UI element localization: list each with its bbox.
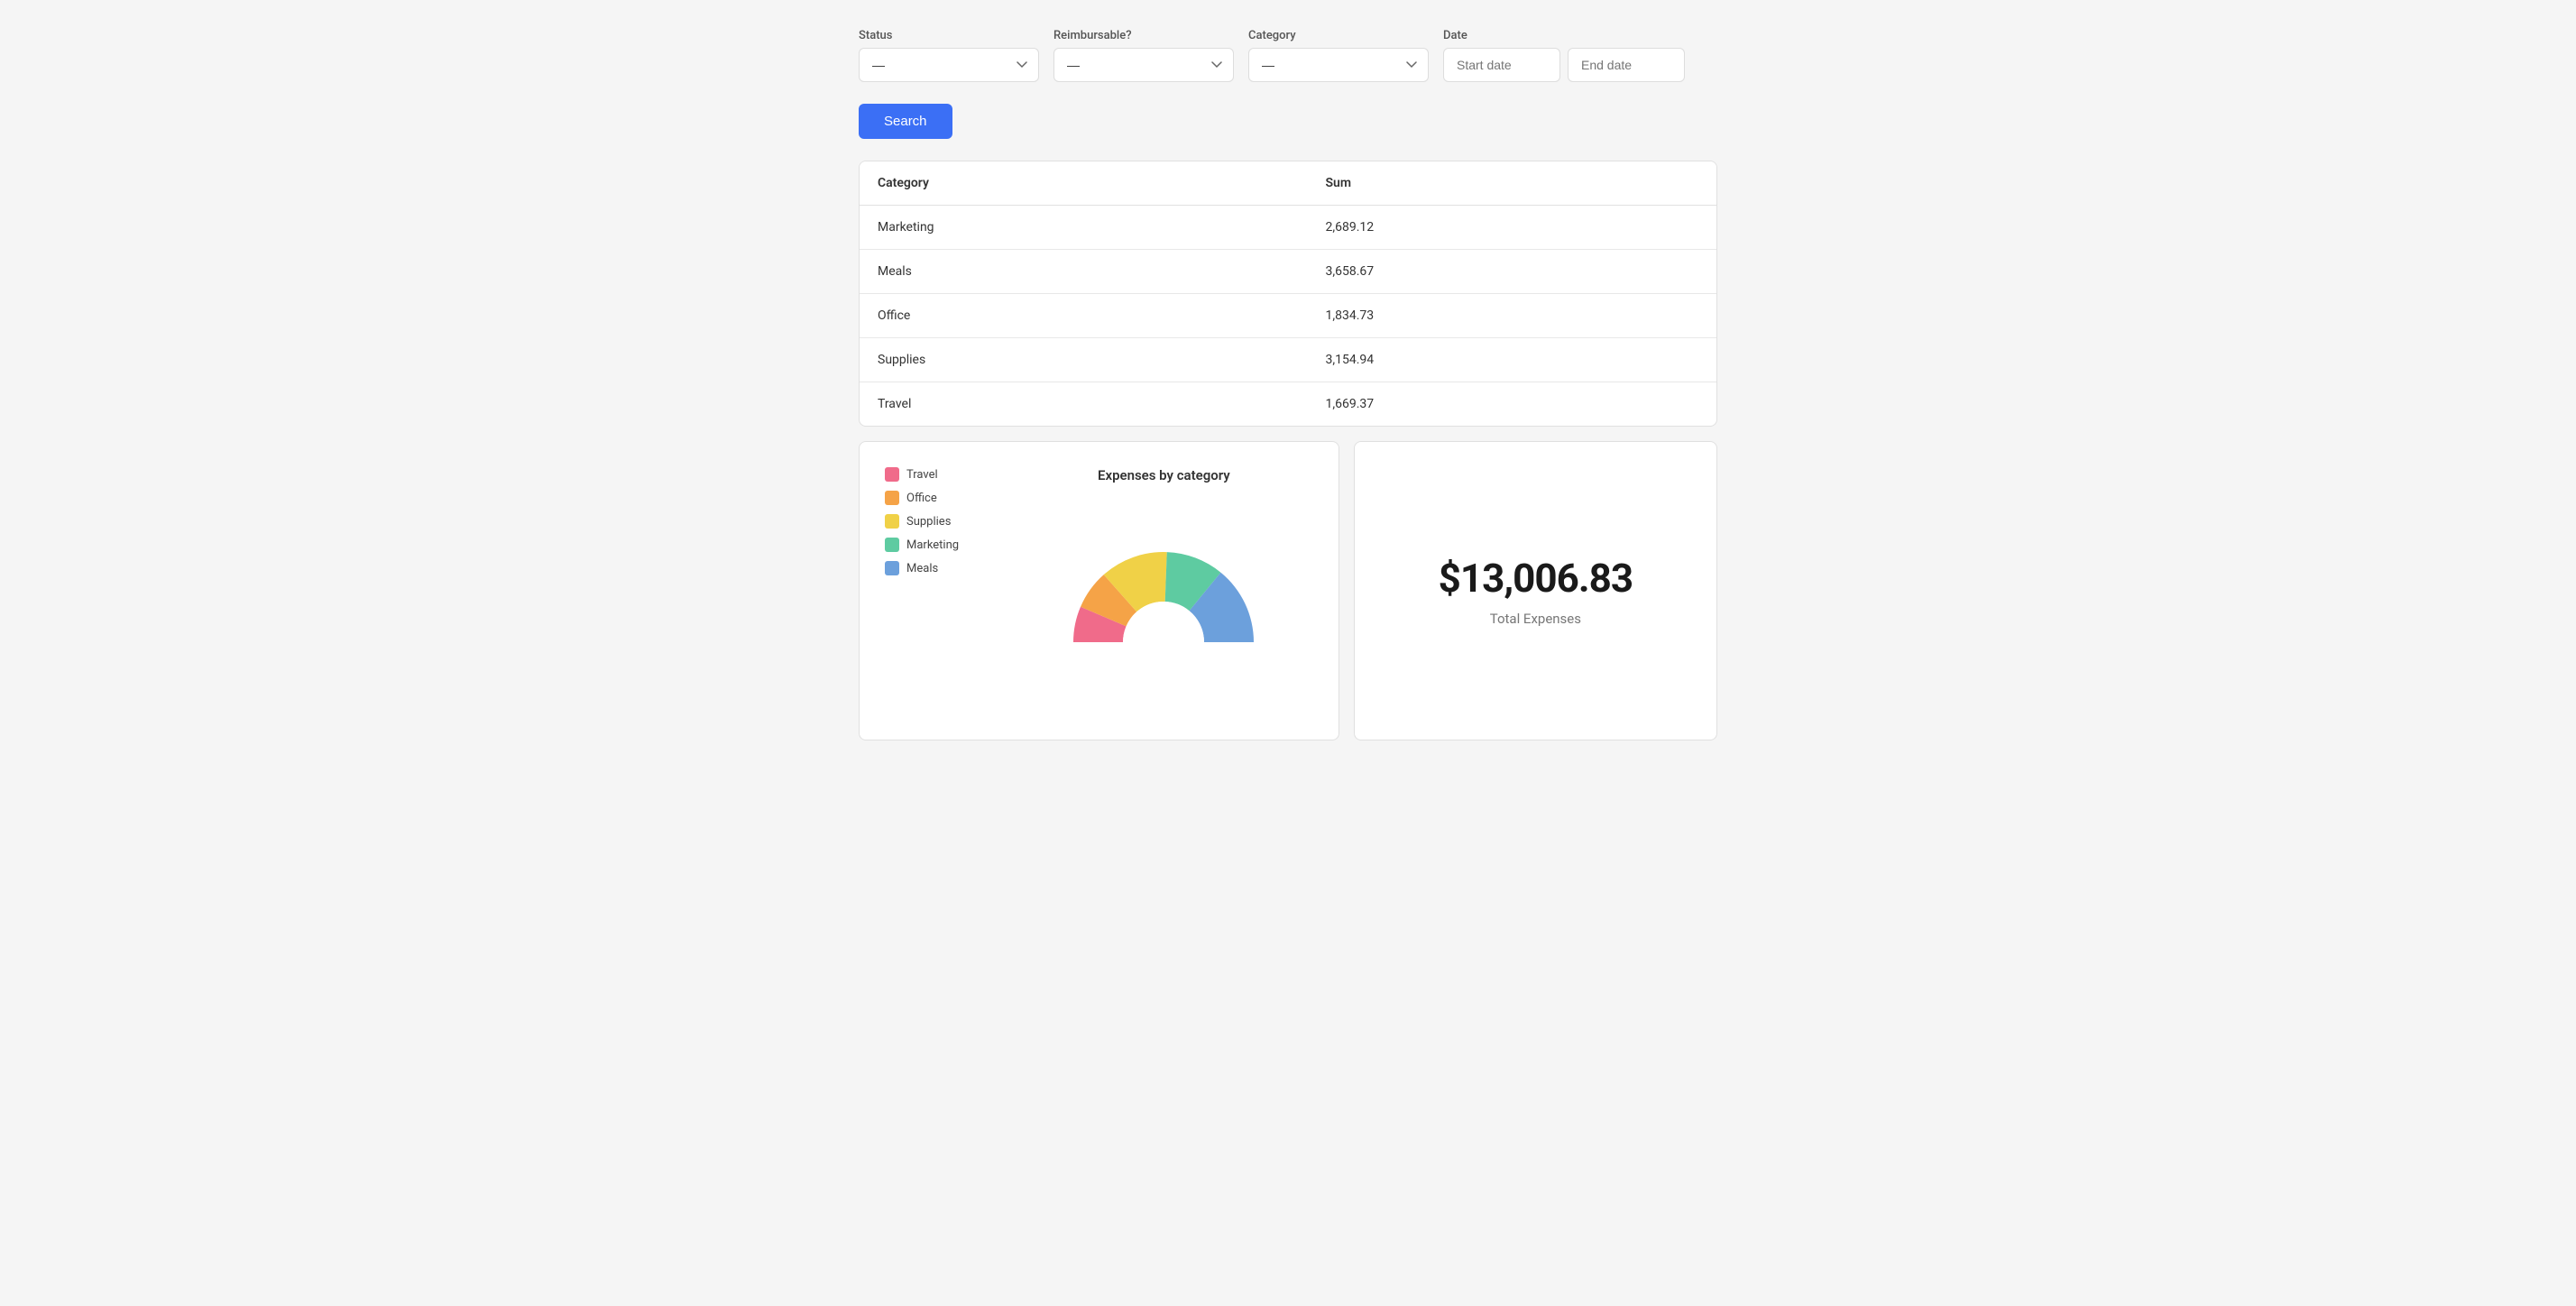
legend-color xyxy=(885,561,899,575)
legend-item: Meals xyxy=(885,561,993,575)
chart-area: Expenses by category xyxy=(1015,467,1313,714)
legend-color xyxy=(885,467,899,482)
table-row: Supplies 3,154.94 xyxy=(860,338,1716,382)
col-header-category: Category xyxy=(860,161,1308,206)
filters-row: Status — Pending Approved Rejected Reimb… xyxy=(859,29,1717,82)
date-filter-group: Date xyxy=(1443,29,1685,82)
end-date-input[interactable] xyxy=(1568,48,1685,82)
legend-label: Supplies xyxy=(906,515,951,529)
table-row: Marketing 2,689.12 xyxy=(860,206,1716,250)
legend-color xyxy=(885,538,899,552)
search-button[interactable]: Search xyxy=(859,104,952,139)
cell-category: Supplies xyxy=(860,338,1308,382)
legend-label: Travel xyxy=(906,468,938,482)
legend-item: Office xyxy=(885,491,993,505)
status-select[interactable]: — Pending Approved Rejected xyxy=(859,48,1039,82)
category-label: Category xyxy=(1248,29,1429,42)
summary-table-container: Category Sum Marketing 2,689.12 Meals 3,… xyxy=(859,161,1717,427)
status-filter-group: Status — Pending Approved Rejected xyxy=(859,29,1039,82)
cell-category: Meals xyxy=(860,250,1308,294)
donut-center xyxy=(1123,602,1204,683)
cell-sum: 2,689.12 xyxy=(1308,206,1716,250)
category-filter-group: Category — Marketing Meals Office Suppli… xyxy=(1248,29,1429,82)
table-row: Office 1,834.73 xyxy=(860,294,1716,338)
date-inputs xyxy=(1443,48,1685,82)
legend-color xyxy=(885,491,899,505)
legend-item: Travel xyxy=(885,467,993,482)
legend-item: Supplies xyxy=(885,514,993,529)
summary-table: Category Sum Marketing 2,689.12 Meals 3,… xyxy=(860,161,1716,426)
chart-legend: Travel Office Supplies Marketing Meals xyxy=(885,467,993,575)
status-label: Status xyxy=(859,29,1039,42)
page-container: Status — Pending Approved Rejected Reimb… xyxy=(837,0,1739,769)
bottom-row: Travel Office Supplies Marketing Meals E… xyxy=(859,441,1717,740)
col-header-sum: Sum xyxy=(1308,161,1716,206)
cell-sum: 3,154.94 xyxy=(1308,338,1716,382)
table-row: Meals 3,658.67 xyxy=(860,250,1716,294)
cell-category: Office xyxy=(860,294,1308,338)
reimbursable-label: Reimbursable? xyxy=(1053,29,1234,42)
cell-category: Travel xyxy=(860,382,1308,427)
legend-label: Office xyxy=(906,492,937,505)
cell-category: Marketing xyxy=(860,206,1308,250)
legend-label: Meals xyxy=(906,562,938,575)
category-select[interactable]: — Marketing Meals Office Supplies Travel xyxy=(1248,48,1429,82)
start-date-input[interactable] xyxy=(1443,48,1560,82)
chart-title: Expenses by category xyxy=(1098,467,1230,483)
legend-color xyxy=(885,514,899,529)
cell-sum: 3,658.67 xyxy=(1308,250,1716,294)
legend-item: Marketing xyxy=(885,538,993,552)
date-label: Date xyxy=(1443,29,1685,42)
cell-sum: 1,834.73 xyxy=(1308,294,1716,338)
chart-card: Travel Office Supplies Marketing Meals E… xyxy=(859,441,1339,740)
reimbursable-filter-group: Reimbursable? — Yes No xyxy=(1053,29,1234,82)
table-row: Travel 1,669.37 xyxy=(860,382,1716,427)
reimbursable-select[interactable]: — Yes No xyxy=(1053,48,1234,82)
total-amount: $13,006.83 xyxy=(1439,555,1633,602)
legend-label: Marketing xyxy=(906,538,959,552)
donut-chart xyxy=(1055,498,1272,714)
cell-sum: 1,669.37 xyxy=(1308,382,1716,427)
total-label: Total Expenses xyxy=(1490,611,1581,627)
total-card: $13,006.83 Total Expenses xyxy=(1354,441,1717,740)
